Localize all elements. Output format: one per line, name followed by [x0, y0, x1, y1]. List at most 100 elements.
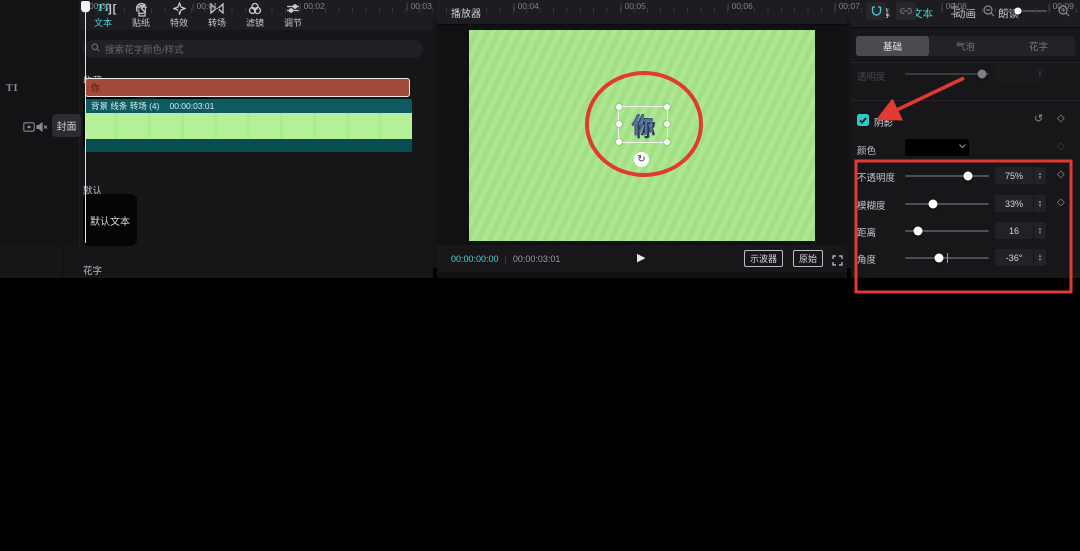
video-clip-header: 背景 线条 转场 (4) 00:00:03:01: [85, 99, 412, 113]
dim-slider-label: 透明度: [857, 72, 886, 83]
shadow-section-label: 阴影: [874, 118, 894, 129]
playhead-line[interactable]: [85, 1, 86, 243]
shadow-angle-row: 角度 -36° ▲ ▼: [851, 248, 1080, 268]
text-track-icon: TI: [6, 83, 19, 94]
text-library: 搜索花字颜色/样式 收藏 花字 花字 默认 默认文本 花字: [62, 30, 433, 278]
ruler-label: 00:09: [1048, 1, 1074, 11]
ruler-label: 00:02: [299, 1, 325, 11]
tab-label: 调节: [283, 17, 302, 28]
text-clip[interactable]: 你: [85, 78, 410, 97]
timeline-ruler[interactable]: 00:00 00:01 00:02 00:03 00:04 00:05 00:0…: [0, 0, 1080, 14]
video-clip-duration: 00:00:03:01: [169, 101, 215, 111]
current-time: 00:00:00:00: [451, 253, 499, 264]
tab-label: 文本: [93, 17, 112, 28]
text-clip-label: 你: [91, 83, 101, 93]
ruler-label: 00:03: [406, 1, 432, 11]
keyframe-icon[interactable]: ◇: [1057, 141, 1065, 152]
default-text-label: 默认文本: [90, 216, 130, 228]
playhead-handle[interactable]: [81, 1, 90, 12]
stepper[interactable]: ▲ ▼: [1033, 222, 1046, 239]
shadow-distance-label: 距离: [857, 228, 877, 239]
ruler-label: 00:05: [620, 1, 646, 11]
selection-handle[interactable]: [664, 121, 670, 127]
video-clip-audio-band: [85, 139, 412, 152]
shadow-angle-label: 角度: [857, 255, 877, 266]
subtab-bubble[interactable]: 气泡: [929, 36, 1002, 56]
shadow-color-label: 颜色: [857, 146, 877, 157]
slider-thumb[interactable]: [913, 226, 923, 236]
play-button[interactable]: ▶: [637, 251, 645, 264]
video-clip-thumbnails: [85, 113, 412, 139]
video-canvas[interactable]: 你 ↻: [469, 30, 815, 241]
shadow-opacity-value[interactable]: 75%: [995, 167, 1033, 184]
slider-thumb[interactable]: [928, 199, 938, 209]
selection-handle[interactable]: [616, 121, 622, 127]
track-visibility-icon[interactable]: [23, 119, 35, 137]
tab-label: 滤镜: [245, 17, 264, 28]
dim-value-box[interactable]: [995, 65, 1033, 82]
dim-stepper[interactable]: ▲ ▼: [1033, 65, 1046, 82]
fullscreen-icon[interactable]: [832, 253, 843, 271]
selection-handle[interactable]: [664, 139, 670, 145]
dim-slider-thumb[interactable]: [977, 69, 987, 79]
capcut-window: 媒体 音频 TI 文本 贴纸 特效 转场: [0, 0, 1080, 551]
shadow-blur-value[interactable]: 33%: [995, 195, 1033, 212]
shadow-distance-value[interactable]: 16: [995, 222, 1033, 239]
shadow-color-dropdown[interactable]: [905, 139, 969, 156]
angle-center-tick: [947, 253, 948, 263]
scope-button[interactable]: 示波器: [743, 250, 783, 267]
stepper[interactable]: ▲ ▼: [1033, 249, 1046, 266]
shadow-opacity-row: 不透明度 75% ▲ ▼ ◇: [851, 166, 1080, 186]
ruler-label: 00:08: [941, 1, 967, 11]
shadow-angle-value[interactable]: -36°: [995, 249, 1033, 266]
selection-handle[interactable]: [616, 104, 622, 110]
video-clip-title: 背景 线条 转场 (4): [91, 101, 160, 111]
subtab-huazi[interactable]: 花字: [1002, 36, 1075, 56]
shadow-blur-slider[interactable]: [905, 199, 989, 209]
section-label-huazi: 花字: [83, 266, 103, 277]
ruler-label: 00:06: [727, 1, 753, 11]
selection-box[interactable]: [616, 104, 670, 145]
keyframe-icon[interactable]: ◇: [1057, 197, 1065, 208]
total-time: 00:00:03:01: [512, 253, 561, 264]
player-panel: 播放器 你 ↻ 00:00:00:00 | 00:00:03:01 ▶ 示波器 …: [437, 0, 847, 278]
selection-handle[interactable]: [664, 104, 670, 110]
player-controls: 00:00:00:00 | 00:00:03:01 ▶ 示波器 原始: [437, 245, 847, 272]
default-text-card[interactable]: 默认文本: [83, 194, 137, 246]
stepper[interactable]: ▲ ▼: [1033, 167, 1046, 184]
keyframe-icon[interactable]: ◇: [1057, 113, 1065, 124]
tab-label: 特效: [169, 17, 188, 28]
original-button[interactable]: 原始: [792, 250, 823, 267]
video-clip[interactable]: 背景 线条 转场 (4) 00:00:03:01: [85, 99, 412, 152]
search-icon: [91, 43, 100, 55]
inspector-subtabs: 基础 气泡 花字: [856, 36, 1075, 56]
time-separator: |: [504, 253, 507, 264]
shadow-blur-row: 模糊度 33% ▲ ▼ ◇: [851, 194, 1080, 214]
shadow-blur-label: 模糊度: [857, 201, 886, 212]
slider-thumb[interactable]: [963, 171, 973, 181]
ruler-label: 00:07: [834, 1, 860, 11]
slider-thumb[interactable]: [934, 253, 944, 263]
cover-button[interactable]: 封面: [52, 114, 81, 137]
reset-icon[interactable]: ↺: [1034, 112, 1043, 125]
rotate-handle[interactable]: ↻: [634, 152, 649, 167]
shadow-distance-row: 距离 16 ▲ ▼: [851, 221, 1080, 241]
rotate-icon: ↻: [637, 154, 646, 165]
inspector-panel: 字幕 文本 动画 朗读 基础 气泡 花字 透明度 ▲▼ 阴影 ↺ ◇ 颜色: [851, 0, 1080, 278]
tab-label: 转场: [207, 17, 226, 28]
search-placeholder: 搜索花字颜色/样式: [105, 45, 184, 56]
shadow-checkbox[interactable]: [857, 114, 869, 126]
ruler-label: 00:01: [192, 1, 218, 11]
subtab-basic[interactable]: 基础: [856, 36, 929, 56]
dim-slider[interactable]: [905, 69, 989, 79]
divider: [851, 62, 1080, 63]
stepper[interactable]: ▲ ▼: [1033, 195, 1046, 212]
selection-handle[interactable]: [616, 139, 622, 145]
keyframe-icon[interactable]: ◇: [1057, 169, 1065, 180]
shadow-opacity-slider[interactable]: [905, 171, 989, 181]
track-mute-icon[interactable]: [36, 119, 48, 137]
ruler-label: 00:04: [513, 1, 539, 11]
shadow-distance-slider[interactable]: [905, 226, 989, 236]
ruler-label: 00:00: [89, 1, 111, 11]
search-input[interactable]: 搜索花字颜色/样式: [83, 40, 423, 58]
